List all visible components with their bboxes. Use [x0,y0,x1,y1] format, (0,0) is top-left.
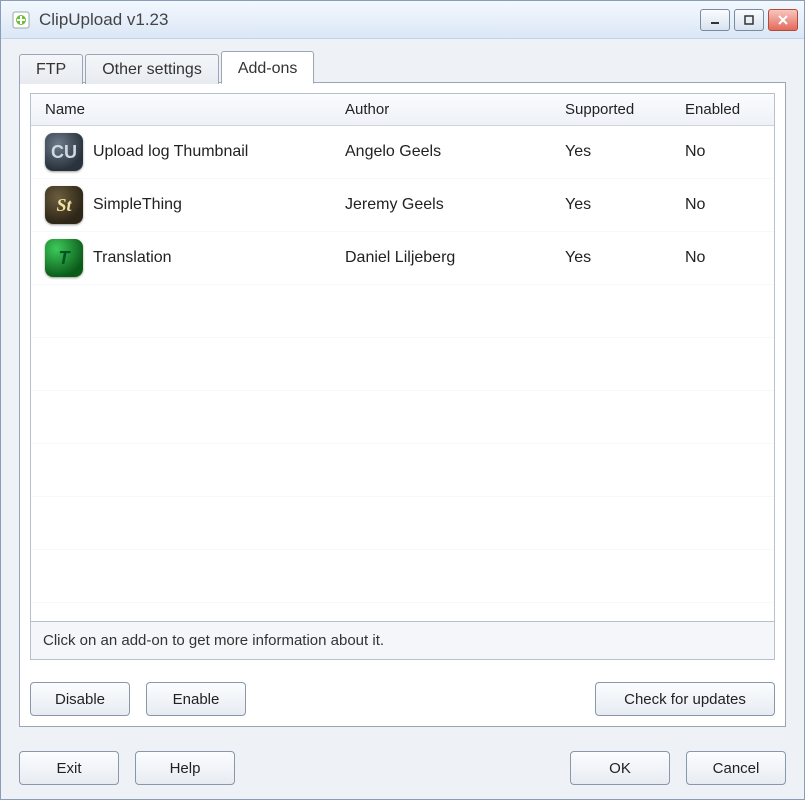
close-button[interactable] [768,9,798,31]
disable-button[interactable]: Disable [30,682,130,716]
addon-author: Jeremy Geels [331,196,551,214]
window-title: ClipUpload v1.23 [39,10,700,30]
column-header-supported[interactable]: Supported [551,101,671,118]
help-button[interactable]: Help [135,751,235,785]
addons-listview: Name Author Supported Enabled CU Upload … [30,93,775,622]
exit-button[interactable]: Exit [19,751,119,785]
app-window: ClipUpload v1.23 FTP Other settings Add-… [0,0,805,800]
addon-supported: Yes [551,249,671,267]
list-item[interactable]: St SimpleThing Jeremy Geels Yes No [31,179,774,232]
addon-enabled: No [671,196,774,214]
addon-enabled: No [671,143,774,161]
addon-name: Translation [93,249,172,267]
addon-author: Daniel Liljeberg [331,249,551,267]
list-item[interactable]: CU Upload log Thumbnail Angelo Geels Yes… [31,126,774,179]
tab-other-settings[interactable]: Other settings [85,54,219,84]
titlebar[interactable]: ClipUpload v1.23 [1,1,804,39]
check-updates-button[interactable]: Check for updates [595,682,775,716]
dialog-footer: Exit Help OK Cancel [1,741,804,799]
addon-name: SimpleThing [93,196,182,214]
minimize-button[interactable] [700,9,730,31]
addon-icon: CU [45,133,83,171]
addon-author: Angelo Geels [331,143,551,161]
client-area: FTP Other settings Add-ons Name Author S… [1,39,804,741]
app-icon [11,10,31,30]
tabstrip: FTP Other settings Add-ons [19,51,786,83]
addon-icon: T [45,239,83,277]
tab-addons[interactable]: Add-ons [221,51,315,84]
ok-button[interactable]: OK [570,751,670,785]
list-item[interactable]: T Translation Daniel Liljeberg Yes No [31,232,774,285]
listview-header: Name Author Supported Enabled [31,94,774,126]
column-header-enabled[interactable]: Enabled [671,101,774,118]
maximize-button[interactable] [734,9,764,31]
tab-ftp[interactable]: FTP [19,54,83,84]
addon-name: Upload log Thumbnail [93,143,248,161]
window-controls [700,9,798,31]
cancel-button[interactable]: Cancel [686,751,786,785]
addon-actions: Disable Enable Check for updates [30,682,775,716]
column-header-name[interactable]: Name [31,101,331,118]
enable-button[interactable]: Enable [146,682,246,716]
addon-icon: St [45,186,83,224]
addon-supported: Yes [551,143,671,161]
addon-enabled: No [671,249,774,267]
info-bar: Click on an add-on to get more informati… [30,622,775,660]
column-header-author[interactable]: Author [331,101,551,118]
listview-body[interactable]: CU Upload log Thumbnail Angelo Geels Yes… [31,126,774,621]
addons-panel: Name Author Supported Enabled CU Upload … [19,82,786,727]
addon-supported: Yes [551,196,671,214]
